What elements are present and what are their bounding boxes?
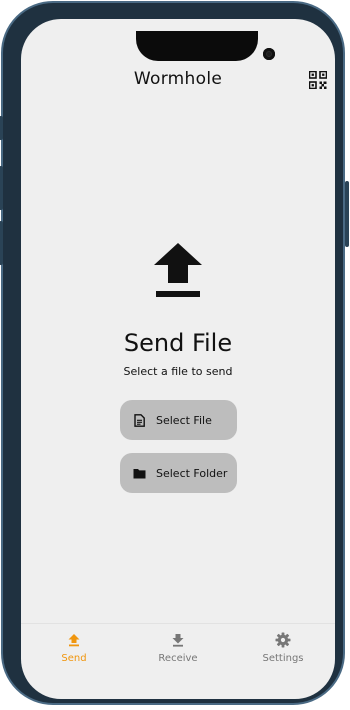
bottom-navigation: Send Receive Settings <box>21 623 335 680</box>
nav-label-settings: Settings <box>262 653 304 664</box>
gear-icon <box>275 632 291 648</box>
nav-label-receive: Receive <box>158 653 198 664</box>
select-folder-label: Select Folder <box>156 466 228 480</box>
page-title: Send File <box>123 329 233 357</box>
upload-icon <box>154 243 202 299</box>
app-screen: Wormhole Send File Select a file to send… <box>21 19 335 699</box>
volume-up-button <box>0 166 3 210</box>
volume-down-button <box>0 221 3 265</box>
silent-switch <box>0 116 3 140</box>
file-icon <box>132 413 146 427</box>
select-folder-button[interactable]: Select Folder <box>120 453 237 493</box>
nav-item-send[interactable]: Send <box>34 632 114 676</box>
qr-code-icon[interactable] <box>308 70 328 90</box>
nav-item-receive[interactable]: Receive <box>138 632 218 676</box>
notch <box>136 31 275 61</box>
phone-frame: Wormhole Send File Select a file to send… <box>0 1 349 705</box>
page-subtitle: Select a file to send <box>123 365 233 378</box>
app-title: Wormhole <box>133 69 223 89</box>
folder-icon <box>132 466 146 480</box>
select-file-label: Select File <box>156 413 212 427</box>
select-file-button[interactable]: Select File <box>120 400 237 440</box>
upload-icon <box>66 632 82 648</box>
download-icon <box>170 632 186 648</box>
power-button <box>345 181 349 247</box>
front-camera <box>263 48 275 60</box>
nav-item-settings[interactable]: Settings <box>243 632 323 676</box>
nav-label-send: Send <box>61 653 87 664</box>
